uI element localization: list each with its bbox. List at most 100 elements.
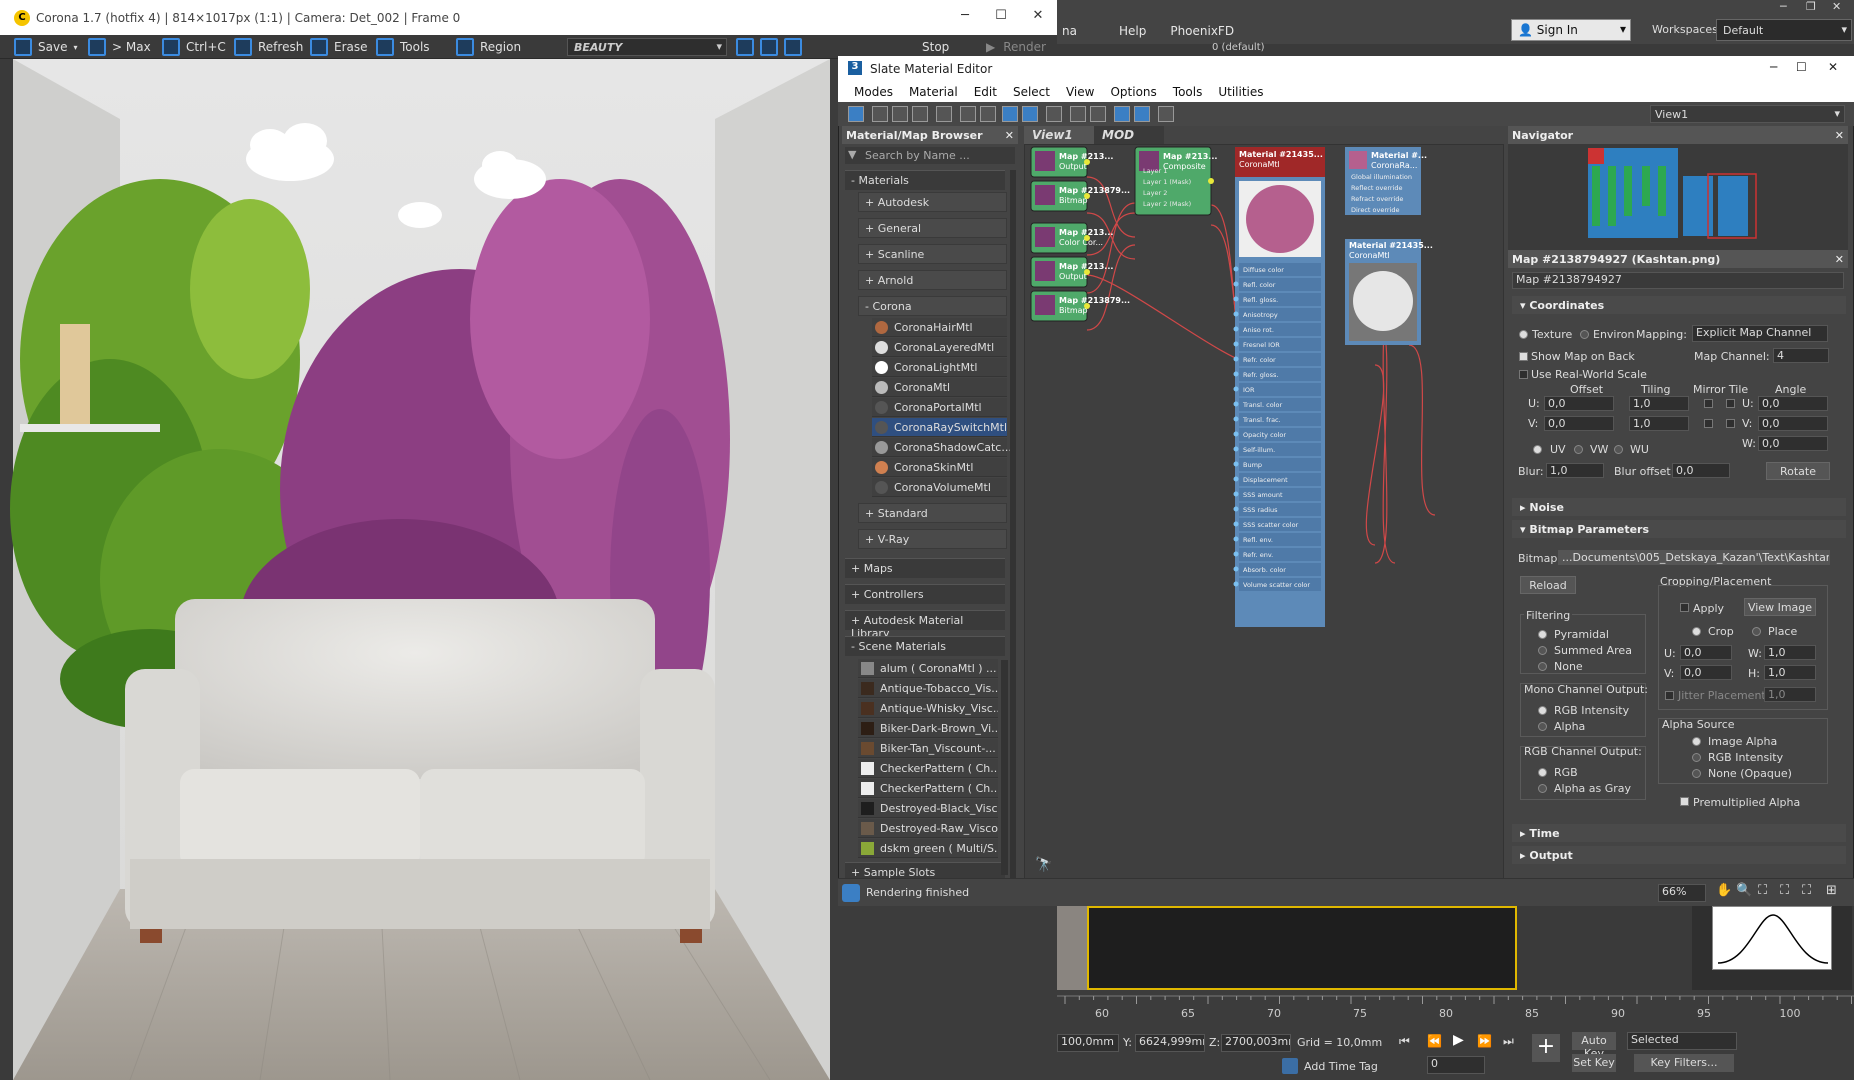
environ-radio[interactable] (1580, 330, 1589, 339)
group-scanline[interactable]: + Scanline (858, 244, 1007, 264)
max-window-controls[interactable]: ─ ❐ ✕ (1770, 0, 1854, 16)
reload-button[interactable]: Reload (1520, 576, 1576, 594)
minimize-icon[interactable]: ─ (1770, 60, 1777, 74)
group-standard[interactable]: + Standard (858, 503, 1007, 523)
input-socket[interactable] (1233, 566, 1239, 572)
scene-material-item[interactable]: Antique-Whisky_Visc... (858, 699, 998, 718)
layout-children-icon[interactable] (1090, 106, 1106, 122)
zoom-selected-icon[interactable]: ⛶ (1802, 883, 1811, 898)
input-socket[interactable] (1233, 356, 1239, 362)
input-socket[interactable] (1233, 386, 1239, 392)
premultiplied-checkbox[interactable] (1680, 797, 1689, 806)
timeline[interactable]: 60 65 70 75 80 85 90 95 100 (1057, 990, 1854, 1020)
input-socket[interactable] (1233, 266, 1239, 272)
zoom-fit-button[interactable] (784, 37, 802, 57)
input-socket[interactable] (1233, 461, 1239, 467)
time-tag[interactable]: Add Time Tag (1282, 1056, 1522, 1076)
maximize-icon[interactable]: ☐ (1796, 60, 1807, 74)
menu-tools[interactable]: Tools (1165, 85, 1211, 99)
input-socket[interactable] (1233, 341, 1239, 347)
input-socket[interactable] (1233, 281, 1239, 287)
move-children-icon[interactable] (960, 106, 976, 122)
close-icon[interactable]: ✕ (1828, 60, 1838, 74)
zoom-icon[interactable]: 🔍 (1736, 883, 1752, 898)
pan-hand-icon[interactable]: ✋ (1716, 883, 1732, 898)
layout-all-icon[interactable] (1070, 106, 1086, 122)
input-socket[interactable] (1233, 506, 1239, 512)
menu-utilities[interactable]: Utilities (1210, 85, 1271, 99)
minimize-icon[interactable]: ─ (954, 8, 976, 26)
bitmap-path-button[interactable]: ...Documents\005_Detskaya_Kazan'\Text\Ka… (1558, 550, 1830, 565)
mono-alpha-radio[interactable] (1538, 722, 1547, 731)
material-item[interactable]: CoronaLayeredMtl (872, 338, 1007, 357)
browser-search-input[interactable]: ▼ Search by Name ... (845, 147, 1015, 164)
close-icon[interactable]: ✕ (1835, 253, 1844, 266)
node-map-bitmap-2[interactable]: Map #213879...Bitmap (1030, 290, 1130, 322)
input-socket[interactable] (1233, 446, 1239, 452)
param-editor-icon[interactable] (1134, 106, 1150, 122)
input-socket[interactable] (1233, 536, 1239, 542)
summed-area-radio[interactable] (1538, 646, 1547, 655)
input-socket[interactable] (1233, 311, 1239, 317)
jitter-field[interactable]: 1,0 (1764, 687, 1816, 702)
input-socket[interactable] (1233, 491, 1239, 497)
real-world-checkbox[interactable] (1519, 370, 1528, 379)
input-socket[interactable] (1233, 476, 1239, 482)
apply-checkbox[interactable] (1680, 603, 1689, 612)
show-map-checkbox[interactable] (1519, 352, 1528, 361)
selected-set-dropdown[interactable]: Selected (1627, 1032, 1737, 1050)
wu-radio[interactable] (1614, 445, 1623, 454)
output-socket[interactable] (1208, 178, 1214, 184)
tab-mod[interactable]: MOD (1094, 126, 1164, 144)
input-socket[interactable] (1233, 371, 1239, 377)
show-bg-icon[interactable] (1022, 106, 1038, 122)
group-corona[interactable]: - Corona (858, 296, 1007, 316)
blur-offset-field[interactable]: 0,0 (1672, 463, 1730, 478)
scene-material-item[interactable]: Biker-Dark-Brown_Vi... (858, 719, 998, 738)
u-angle-field[interactable]: 0,0 (1758, 396, 1828, 411)
restore-icon[interactable]: ❐ (1806, 0, 1816, 13)
scene-material-item[interactable]: dskm green ( Multi/S... (858, 839, 998, 858)
u-mirror-checkbox[interactable] (1704, 399, 1713, 408)
group-vray[interactable]: + V-Ray (858, 529, 1007, 549)
tab-view1[interactable]: View1 (1024, 126, 1094, 144)
material-item[interactable]: CoronaShadowCatc... (872, 438, 1012, 457)
navigate-hand-icon[interactable]: 🔭 (1035, 857, 1053, 875)
menu-edit[interactable]: Edit (966, 85, 1005, 99)
texture-radio[interactable] (1519, 330, 1528, 339)
none-opaque-radio[interactable] (1692, 769, 1701, 778)
node-rayswitch[interactable]: Material #...CoronaRa... Global illuminat… (1345, 147, 1427, 215)
minimize-icon[interactable]: ─ (1780, 0, 1787, 13)
channel-select[interactable]: BEAUTY ▾ (567, 38, 727, 56)
v-tiling-field[interactable]: 1,0 (1629, 416, 1689, 431)
scene-list-scrollbar[interactable] (1001, 660, 1008, 875)
group-materials[interactable]: - Materials (845, 170, 1005, 190)
group-general[interactable]: + General (858, 218, 1007, 238)
scene-material-item[interactable]: CheckerPattern ( Ch... (858, 759, 998, 778)
pyramidal-radio[interactable] (1538, 630, 1547, 639)
goto-end-icon[interactable]: ⏭ (1503, 1034, 1514, 1049)
tools-button[interactable]: Tools (376, 37, 430, 57)
input-socket[interactable] (1233, 521, 1239, 527)
zoom-extents-icon[interactable]: ⛶ (1780, 883, 1789, 898)
prev-frame-icon[interactable]: ⏪ (1427, 1034, 1442, 1048)
view-image-button[interactable]: View Image (1744, 598, 1816, 616)
output-socket[interactable] (1084, 193, 1090, 199)
u-tiling-field[interactable]: 1,0 (1629, 396, 1689, 411)
menu-options[interactable]: Options (1102, 85, 1164, 99)
set-key-plus-icon[interactable]: + (1532, 1034, 1560, 1062)
place-radio[interactable] (1752, 627, 1761, 636)
play-icon[interactable]: ▶ (1453, 1032, 1464, 1048)
section-bitmap-params[interactable]: ▾ Bitmap Parameters (1512, 520, 1846, 538)
rgb-intensity-radio[interactable] (1538, 706, 1547, 715)
jitter-checkbox[interactable] (1665, 691, 1674, 700)
input-socket[interactable] (1233, 326, 1239, 332)
select-tool-icon[interactable] (848, 106, 864, 122)
alpha-gray-radio[interactable] (1538, 784, 1547, 793)
output-socket[interactable] (1084, 235, 1090, 241)
scene-material-item[interactable]: Destroyed-Raw_Visco... (858, 819, 998, 838)
z-coord-field[interactable]: 2700,003mr (1221, 1034, 1291, 1052)
layer-dropdown[interactable]: 0 (default) (1212, 42, 1265, 53)
stop-button[interactable]: Stop (922, 37, 949, 57)
rotate-button[interactable]: Rotate (1766, 462, 1830, 480)
